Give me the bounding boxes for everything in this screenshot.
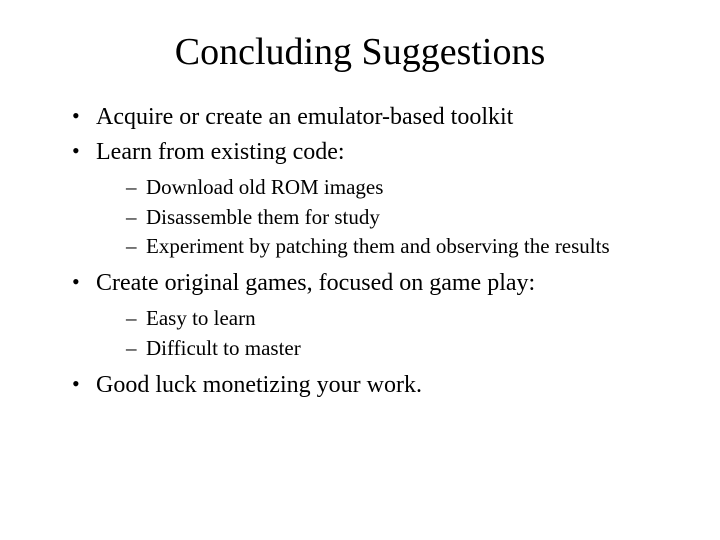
bullet-text: Easy to learn	[146, 306, 256, 330]
sub-list: Easy to learn Difficult to master	[96, 305, 670, 362]
list-item: Disassemble them for study	[124, 204, 670, 231]
list-item: Acquire or create an emulator-based tool…	[70, 102, 670, 133]
list-item: Difficult to master	[124, 335, 670, 362]
bullet-text: Learn from existing code:	[96, 139, 345, 165]
bullet-list: Acquire or create an emulator-based tool…	[50, 102, 670, 401]
bullet-text: Experiment by patching them and observin…	[146, 234, 610, 258]
list-item: Easy to learn	[124, 305, 670, 332]
bullet-text: Disassemble them for study	[146, 205, 380, 229]
bullet-text: Difficult to master	[146, 336, 301, 360]
bullet-text: Good luck monetizing your work.	[96, 372, 422, 398]
list-item: Good luck monetizing your work.	[70, 370, 670, 401]
list-item: Learn from existing code: Download old R…	[70, 137, 670, 260]
bullet-text: Acquire or create an emulator-based tool…	[96, 104, 513, 130]
list-item: Create original games, focused on game p…	[70, 268, 670, 362]
list-item: Download old ROM images	[124, 174, 670, 201]
list-item: Experiment by patching them and observin…	[124, 233, 670, 260]
bullet-text: Download old ROM images	[146, 175, 383, 199]
bullet-text: Create original games, focused on game p…	[96, 270, 535, 296]
slide-title: Concluding Suggestions	[50, 30, 670, 74]
slide: Concluding Suggestions Acquire or create…	[0, 0, 720, 540]
sub-list: Download old ROM images Disassemble them…	[96, 174, 670, 260]
